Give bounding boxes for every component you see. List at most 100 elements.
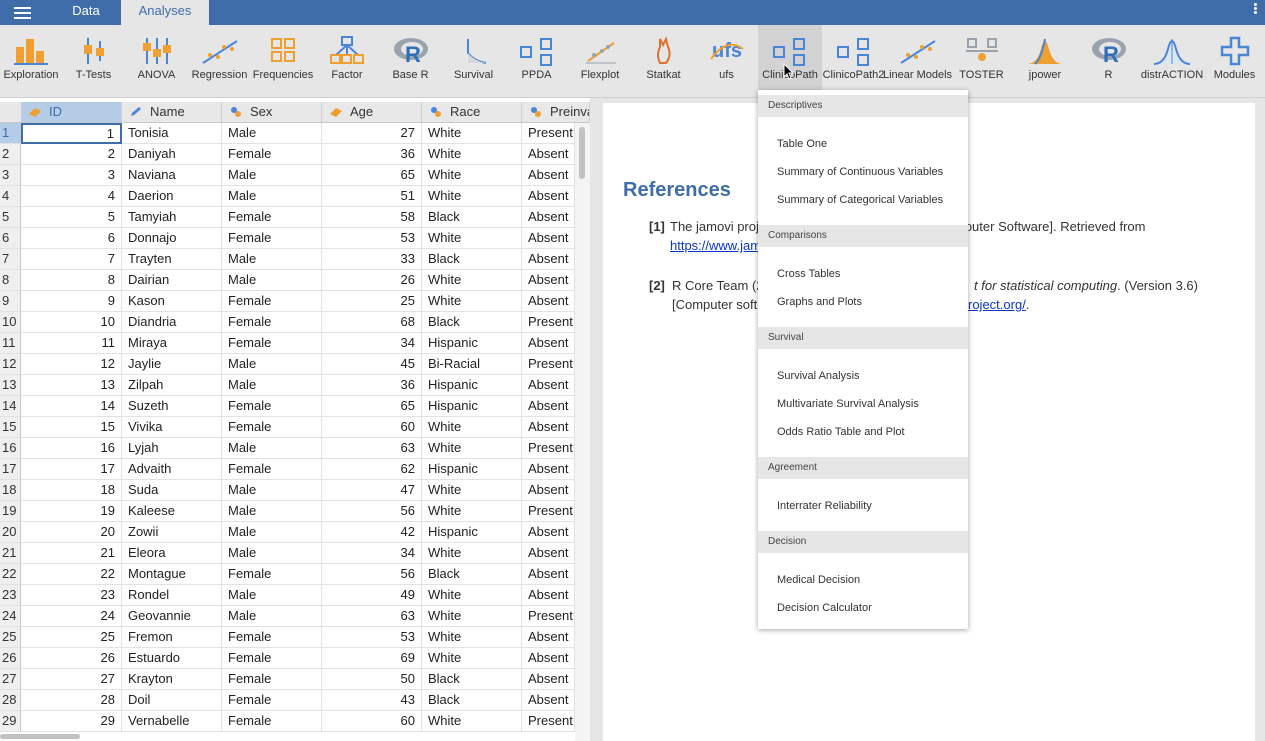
ribbon-toster-button[interactable]: TOSTER <box>950 25 1013 97</box>
menu-item-odds-ratio-table[interactable]: Odds Ratio Table and Plot <box>777 426 905 438</box>
cell-name[interactable]: Donnajo <box>122 228 222 249</box>
cell-race[interactable]: White <box>422 291 522 312</box>
cell-race[interactable]: Black <box>422 207 522 228</box>
ribbon-ttests-button[interactable]: T-Tests <box>62 25 125 97</box>
reference-link[interactable]: https://www.jam <box>670 236 761 255</box>
cell-age[interactable]: 36 <box>322 144 422 165</box>
cell-id[interactable]: 24 <box>21 606 122 627</box>
cell-sex[interactable]: Male <box>222 354 322 375</box>
tab-analyses[interactable]: Analyses <box>121 0 209 25</box>
cell-sex[interactable]: Female <box>222 228 322 249</box>
cell-id[interactable]: 19 <box>21 501 122 522</box>
tab-data[interactable]: Data <box>50 0 122 25</box>
cell-id[interactable]: 8 <box>21 270 122 291</box>
column-header-preinvasive[interactable]: Preinva <box>522 102 590 122</box>
cell-preinvasive[interactable]: Absent <box>522 375 575 396</box>
cell-age[interactable]: 68 <box>322 312 422 333</box>
cell-name[interactable]: Zowii <box>122 522 222 543</box>
cell-sex[interactable]: Male <box>222 375 322 396</box>
ribbon-ufs-button[interactable]: ufs ufs <box>695 25 758 97</box>
cell-name[interactable]: Dairian <box>122 270 222 291</box>
cell-name[interactable]: Kason <box>122 291 222 312</box>
cell-age[interactable]: 49 <box>322 585 422 606</box>
scrollbar-thumb[interactable] <box>579 127 585 179</box>
column-header-id[interactable]: ID <box>21 102 122 122</box>
cell-sex[interactable]: Male <box>222 585 322 606</box>
cell-name[interactable]: Vivika <box>122 417 222 438</box>
cell-id[interactable]: 1 <box>21 123 122 144</box>
cell-name[interactable]: Diandria <box>122 312 222 333</box>
cell-name[interactable]: Krayton <box>122 669 222 690</box>
cell-race[interactable]: Black <box>422 564 522 585</box>
cell-age[interactable]: 62 <box>322 459 422 480</box>
cell-name[interactable]: Lyjah <box>122 438 222 459</box>
row-number[interactable]: 16 <box>0 438 21 459</box>
ribbon-anova-button[interactable]: ANOVA <box>125 25 188 97</box>
cell-age[interactable]: 69 <box>322 648 422 669</box>
row-number[interactable]: 5 <box>0 207 21 228</box>
cell-age[interactable]: 45 <box>322 354 422 375</box>
cell-name[interactable]: Daerion <box>122 186 222 207</box>
cell-preinvasive[interactable]: Absent <box>522 144 575 165</box>
cell-age[interactable]: 34 <box>322 543 422 564</box>
cell-race[interactable]: Hispanic <box>422 333 522 354</box>
cell-name[interactable]: Advaith <box>122 459 222 480</box>
cell-preinvasive[interactable]: Present <box>522 606 575 627</box>
cell-sex[interactable]: Female <box>222 207 322 228</box>
cell-age[interactable]: 63 <box>322 438 422 459</box>
cell-race[interactable]: White <box>422 438 522 459</box>
cell-sex[interactable]: Male <box>222 249 322 270</box>
cell-id[interactable]: 20 <box>21 522 122 543</box>
cell-age[interactable]: 65 <box>322 396 422 417</box>
cell-age[interactable]: 47 <box>322 480 422 501</box>
cell-sex[interactable]: Female <box>222 459 322 480</box>
cell-age[interactable]: 56 <box>322 564 422 585</box>
cell-age[interactable]: 56 <box>322 501 422 522</box>
ribbon-linear-models-button[interactable]: Linear Models <box>883 25 952 97</box>
cell-age[interactable]: 26 <box>322 270 422 291</box>
cell-race[interactable]: White <box>422 501 522 522</box>
row-number[interactable]: 26 <box>0 648 21 669</box>
cell-sex[interactable]: Female <box>222 564 322 585</box>
cell-id[interactable]: 23 <box>21 585 122 606</box>
cell-name[interactable]: Doil <box>122 690 222 711</box>
cell-id[interactable]: 17 <box>21 459 122 480</box>
cell-race[interactable]: White <box>422 480 522 501</box>
menu-item-decision-calculator[interactable]: Decision Calculator <box>777 602 872 614</box>
row-number[interactable]: 10 <box>0 312 21 333</box>
cell-sex[interactable]: Male <box>222 480 322 501</box>
cell-race[interactable]: White <box>422 606 522 627</box>
cell-age[interactable]: 34 <box>322 333 422 354</box>
cell-preinvasive[interactable]: Absent <box>522 690 575 711</box>
row-number[interactable]: 2 <box>0 144 21 165</box>
row-number[interactable]: 9 <box>0 291 21 312</box>
row-number[interactable]: 20 <box>0 522 21 543</box>
cell-id[interactable]: 29 <box>21 711 122 732</box>
cell-id[interactable]: 12 <box>21 354 122 375</box>
cell-id[interactable]: 10 <box>21 312 122 333</box>
cell-race[interactable]: Bi-Racial <box>422 354 522 375</box>
cell-preinvasive[interactable]: Present <box>522 438 575 459</box>
cell-sex[interactable]: Female <box>222 711 322 732</box>
cell-sex[interactable]: Female <box>222 333 322 354</box>
row-number[interactable]: 25 <box>0 627 21 648</box>
row-number[interactable]: 18 <box>0 480 21 501</box>
cell-name[interactable]: Jaylie <box>122 354 222 375</box>
row-number[interactable]: 6 <box>0 228 21 249</box>
cell-name[interactable]: Estuardo <box>122 648 222 669</box>
more-options-icon[interactable] <box>1254 3 1257 6</box>
horizontal-scrollbar-thumb[interactable] <box>0 734 80 739</box>
row-number[interactable]: 14 <box>0 396 21 417</box>
row-number[interactable]: 21 <box>0 543 21 564</box>
ribbon-frequencies-button[interactable]: Frequencies <box>251 25 315 97</box>
menu-item-interrater-reliability[interactable]: Interrater Reliability <box>777 500 872 512</box>
cell-age[interactable]: 53 <box>322 228 422 249</box>
cell-sex[interactable]: Female <box>222 669 322 690</box>
cell-name[interactable]: Tamyiah <box>122 207 222 228</box>
cell-age[interactable]: 60 <box>322 417 422 438</box>
cell-id[interactable]: 2 <box>21 144 122 165</box>
cell-race[interactable]: White <box>422 543 522 564</box>
cell-sex[interactable]: Female <box>222 312 322 333</box>
cell-name[interactable]: Tonisia <box>122 123 222 144</box>
row-number[interactable]: 27 <box>0 669 21 690</box>
